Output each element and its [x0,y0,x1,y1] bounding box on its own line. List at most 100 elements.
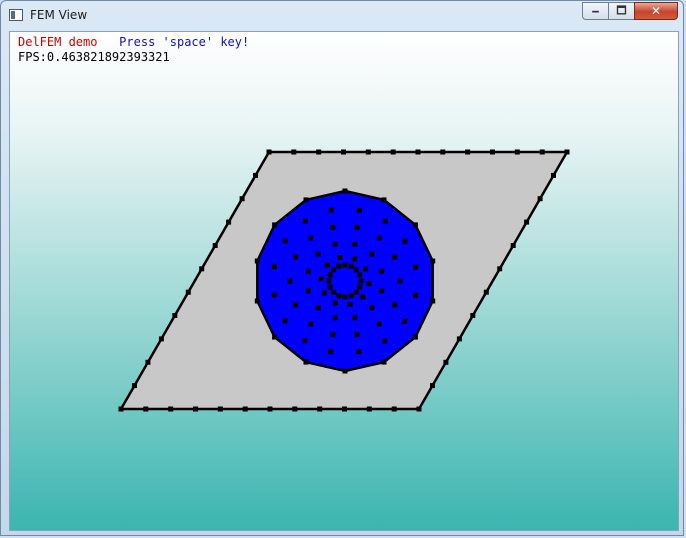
mesh-node-62 [272,222,278,228]
mesh-node-57 [342,368,348,374]
mesh-node-102 [332,241,338,247]
mesh-node-8 [465,149,471,155]
mesh-node-82 [376,321,382,327]
mesh-node-48 [132,383,137,389]
mesh-node-51 [381,197,387,203]
mesh-node-124 [326,278,332,284]
fem-scene[interactable] [10,32,679,531]
mesh-node-34 [342,406,347,412]
mesh-node-90 [330,224,336,230]
mesh-node-71 [271,292,277,298]
mesh-node-73 [282,238,288,244]
mesh-node-128 [342,262,348,268]
mesh-node-88 [292,254,298,260]
mesh-node-15 [537,196,543,202]
mesh-node-94 [379,288,385,294]
key-hint: Press 'space' key! [119,35,250,49]
mesh-node-123 [327,284,333,290]
mesh-node-74 [302,218,308,224]
maximize-icon: 🗖 [616,3,627,17]
mesh-node-68 [328,349,334,355]
mesh-node-118 [353,289,359,295]
mesh-node-101 [315,251,321,257]
mesh-node-96 [352,315,358,321]
mesh-node-108 [347,302,353,307]
mesh-node-13 [564,149,570,155]
mesh-node-11 [539,149,545,155]
mesh-node-1 [291,149,297,155]
mesh-node-114 [352,256,358,262]
mesh-node-14 [551,172,556,178]
mesh-node-117 [357,284,363,290]
mesh-node-95 [369,305,375,311]
mesh-node-107 [360,294,366,300]
mesh-node-129 [348,263,354,269]
fem-viewport[interactable]: DelFEM demo Press 'space' key! FPS:0.463… [9,31,679,531]
mesh-node-16 [524,219,530,225]
hud-title-line: DelFEM demo Press 'space' key! [18,35,249,49]
mesh-node-80 [397,278,403,284]
mesh-node-36 [391,406,397,412]
mesh-node-105 [379,268,385,274]
mesh-node-83 [354,332,360,338]
mesh-node-32 [292,406,298,412]
mesh-node-66 [382,338,388,344]
maximize-button[interactable]: 🗖 [608,2,634,20]
mesh-node-38 [266,149,272,155]
mesh-node-3 [341,149,346,155]
mesh-node-21 [456,336,462,342]
mesh-node-41 [226,219,232,225]
caption-buttons: 🗕 🗖 ✕ [582,2,678,21]
mesh-node-28 [193,406,198,412]
mesh-node-18 [497,266,503,272]
mesh-node-103 [352,241,358,247]
mesh-node-55 [412,334,418,340]
mesh-node-47 [145,359,151,365]
mesh-node-127 [336,263,342,269]
minimize-icon: 🗕 [591,3,600,17]
app-window-icon [9,9,23,21]
close-button[interactable]: ✕ [634,2,678,20]
mesh-node-120 [342,294,348,300]
mesh-node-64 [413,292,419,298]
mesh-node-45 [172,313,178,318]
mesh-node-61 [254,258,260,264]
mesh-node-7 [440,149,446,155]
mesh-node-59 [272,334,278,340]
mesh-node-52 [412,222,418,228]
mesh-node-97 [332,315,338,321]
demo-label: DelFEM demo [18,35,98,49]
mesh-node-39 [253,172,258,178]
mesh-node-31 [267,406,273,412]
fps-readout: FPS:0.463821892393321 [18,50,170,64]
mesh-node-22 [443,359,449,365]
mesh-node-75 [328,207,334,213]
mesh-node-20 [470,313,476,318]
minimize-button[interactable]: 🗕 [582,2,608,20]
mesh-node-54 [430,298,436,304]
title-bar[interactable]: FEM View 🗕 🗖 ✕ [1,1,683,31]
mesh-node-49 [118,406,124,412]
mesh-node-70 [282,318,288,324]
mesh-node-27 [168,406,174,412]
mesh-node-126 [331,267,337,273]
mesh-node-63 [303,197,309,203]
mesh-node-37 [416,406,422,412]
mesh-node-19 [483,289,489,295]
mesh-node-87 [287,278,293,284]
mesh-node-26 [143,406,149,412]
mesh-node-106 [366,280,372,286]
mesh-node-116 [358,278,364,284]
mesh-node-77 [382,218,388,224]
mesh-node-23 [430,383,435,389]
mesh-node-109 [332,300,338,306]
mesh-node-65 [402,318,408,324]
mesh-node-121 [336,293,342,299]
mesh-node-17 [510,243,516,248]
mesh-node-78 [402,238,408,244]
close-icon: ✕ [650,4,662,18]
app-window: FEM View 🗕 🗖 ✕ DelFEM demo Press 'space'… [0,0,684,536]
circular-disk [256,189,434,373]
mesh-node-92 [376,235,382,241]
mesh-node-9 [490,149,495,155]
